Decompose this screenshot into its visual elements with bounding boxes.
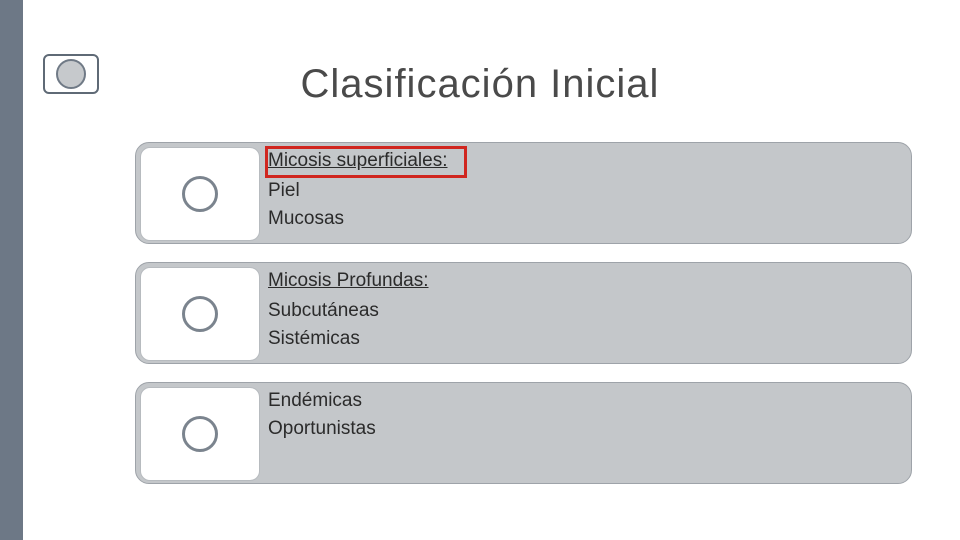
card-3-item-1: Endémicas xyxy=(268,389,376,413)
slide-title: Clasificación Inicial xyxy=(0,62,960,107)
card-1-icon-box xyxy=(140,147,260,241)
card-2-item-1: Subcutáneas xyxy=(268,299,429,323)
card-1-heading: Micosis superficiales: xyxy=(268,149,448,173)
card-2-icon-box xyxy=(140,267,260,361)
card-1-item-2: Mucosas xyxy=(268,207,448,231)
slide: Clasificación Inicial Micosis superficia… xyxy=(0,0,960,540)
card-2-text: Micosis Profundas: Subcutáneas Sistémica… xyxy=(268,269,429,351)
circle-icon xyxy=(182,296,218,332)
card-2-heading: Micosis Profundas: xyxy=(268,269,429,293)
card-1-item-1: Piel xyxy=(268,179,448,203)
card-1-text: Micosis superficiales: Piel Mucosas xyxy=(268,149,448,231)
card-2-item-2: Sistémicas xyxy=(268,327,429,351)
circle-icon xyxy=(182,416,218,452)
card-3-item-2: Oportunistas xyxy=(268,417,376,441)
circle-icon xyxy=(182,176,218,212)
card-3: Endémicas Oportunistas xyxy=(135,382,912,484)
card-3-text: Endémicas Oportunistas xyxy=(268,389,376,441)
card-1: Micosis superficiales: Piel Mucosas xyxy=(135,142,912,244)
card-3-icon-box xyxy=(140,387,260,481)
card-2: Micosis Profundas: Subcutáneas Sistémica… xyxy=(135,262,912,364)
